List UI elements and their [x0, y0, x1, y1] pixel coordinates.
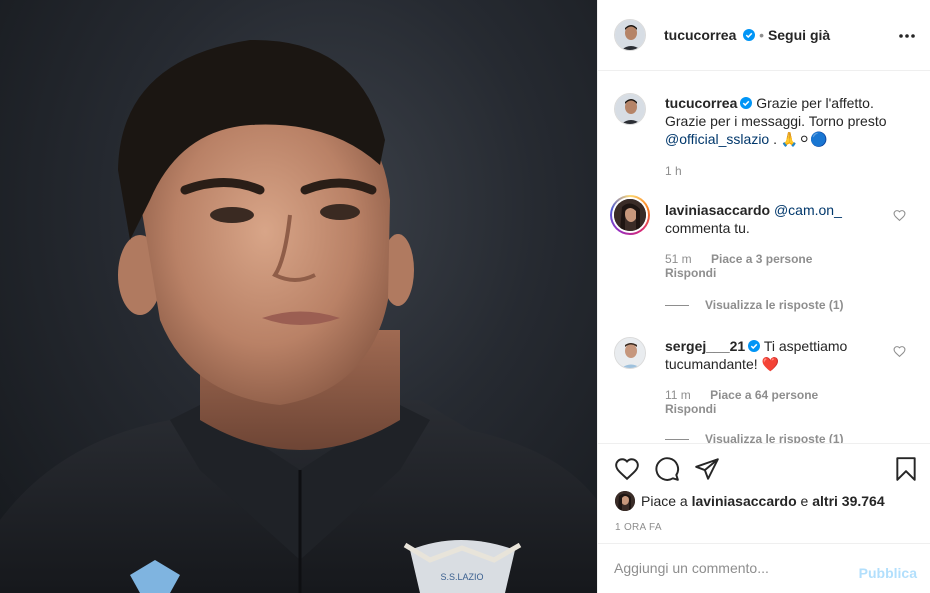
post-timestamp[interactable]: 1 ORA FA	[615, 522, 662, 533]
commenter-avatar	[614, 199, 646, 231]
comment-meta: 51 m Piace a 3 persone	[665, 252, 828, 266]
comment-likes[interactable]: Piace a 64 persone	[710, 388, 818, 402]
replies-divider	[665, 305, 689, 307]
comment-text: commenta tu.	[665, 220, 750, 236]
like-heart-icon[interactable]	[614, 456, 640, 482]
comment-time[interactable]: 11 m	[665, 388, 691, 402]
replies-divider	[665, 439, 689, 441]
verified-icon	[740, 97, 753, 109]
post-photo[interactable]: S.S.LAZIO	[0, 0, 597, 593]
follow-status-button[interactable]: Segui già	[768, 27, 830, 43]
comment-emoji: ❤️	[761, 356, 779, 372]
caption-emoji: . 🙏⚪🔵	[769, 131, 828, 147]
comments-list[interactable]: tucucorrea Grazie per l'affetto. Grazie …	[598, 71, 930, 443]
lazio-badge: S.S.LAZIO	[403, 540, 522, 593]
like-comment-heart-icon[interactable]	[893, 345, 906, 358]
comment-avatar-story-ring[interactable]	[610, 195, 650, 235]
save-bookmark-icon[interactable]	[893, 456, 919, 482]
caption-time[interactable]: 1 h	[665, 164, 682, 178]
liker-username[interactable]: laviniasaccardo	[692, 493, 797, 509]
reply-button[interactable]: Rispondi	[665, 402, 716, 416]
liker-avatar[interactable]	[615, 491, 635, 511]
comment-text-block: laviniasaccardo @cam.on_ commenta tu.	[665, 201, 887, 237]
author-avatar[interactable]	[614, 19, 646, 51]
header-line: tucucorrea • Segui già	[664, 27, 830, 43]
player-portrait: S.S.LAZIO	[0, 39, 597, 593]
likes-prefix: Piace a	[641, 493, 688, 509]
view-replies-button[interactable]: Visualizza le risposte (1)	[665, 298, 844, 312]
comment-time[interactable]: 51 m	[665, 252, 692, 266]
view-replies-label: Visualizza le risposte (1)	[705, 432, 844, 443]
author-username[interactable]: tucucorrea	[664, 27, 736, 43]
share-paper-plane-icon[interactable]	[694, 456, 720, 482]
view-replies-label: Visualizza le risposte (1)	[705, 298, 844, 312]
comment-text-block: sergej___21 Ti aspettiamo tucumandante! …	[665, 337, 887, 373]
more-options-icon[interactable]	[897, 26, 917, 46]
caption-text-block: tucucorrea Grazie per l'affetto. Grazie …	[665, 94, 887, 148]
caption-mention-link[interactable]: @official_sslazio	[665, 131, 769, 147]
comment-username[interactable]: laviniasaccardo	[665, 202, 770, 218]
view-replies-button[interactable]: Visualizza le risposte (1)	[665, 432, 844, 443]
separator-dot: •	[759, 27, 765, 43]
like-comment-heart-icon[interactable]	[893, 209, 906, 222]
caption-avatar[interactable]	[614, 93, 646, 125]
reply-button[interactable]: Rispondi	[665, 266, 716, 280]
caption-meta: 1 h	[665, 164, 698, 178]
caption-username[interactable]: tucucorrea	[665, 95, 737, 111]
comment-likes[interactable]: Piace a 3 persone	[711, 252, 812, 266]
comment-input[interactable]	[614, 560, 854, 576]
comment-bubble-icon[interactable]	[654, 456, 680, 482]
add-comment-bar: Pubblica	[598, 543, 930, 593]
publish-button[interactable]: Pubblica	[859, 565, 917, 581]
commenter-avatar[interactable]	[614, 337, 646, 369]
likes-summary: Piace a laviniasaccardo e altri 39.764	[615, 491, 885, 511]
comment-mention-link[interactable]: @cam.on_	[774, 202, 842, 218]
post-side-panel: tucucorrea • Segui già tucucorrea Grazie…	[597, 0, 930, 593]
verified-icon	[743, 29, 756, 41]
post-header: tucucorrea • Segui già	[598, 0, 930, 71]
badge-text: S.S.LAZIO	[440, 572, 483, 582]
post-actions: Piace a laviniasaccardo e altri 39.764 1…	[598, 443, 930, 543]
likes-count[interactable]: altri 39.764	[812, 493, 884, 509]
comment-username[interactable]: sergej___21	[665, 338, 745, 354]
likes-conjunction: e	[800, 493, 809, 509]
verified-icon	[748, 340, 761, 352]
comment-meta: 11 m Piace a 64 persone	[665, 388, 834, 402]
